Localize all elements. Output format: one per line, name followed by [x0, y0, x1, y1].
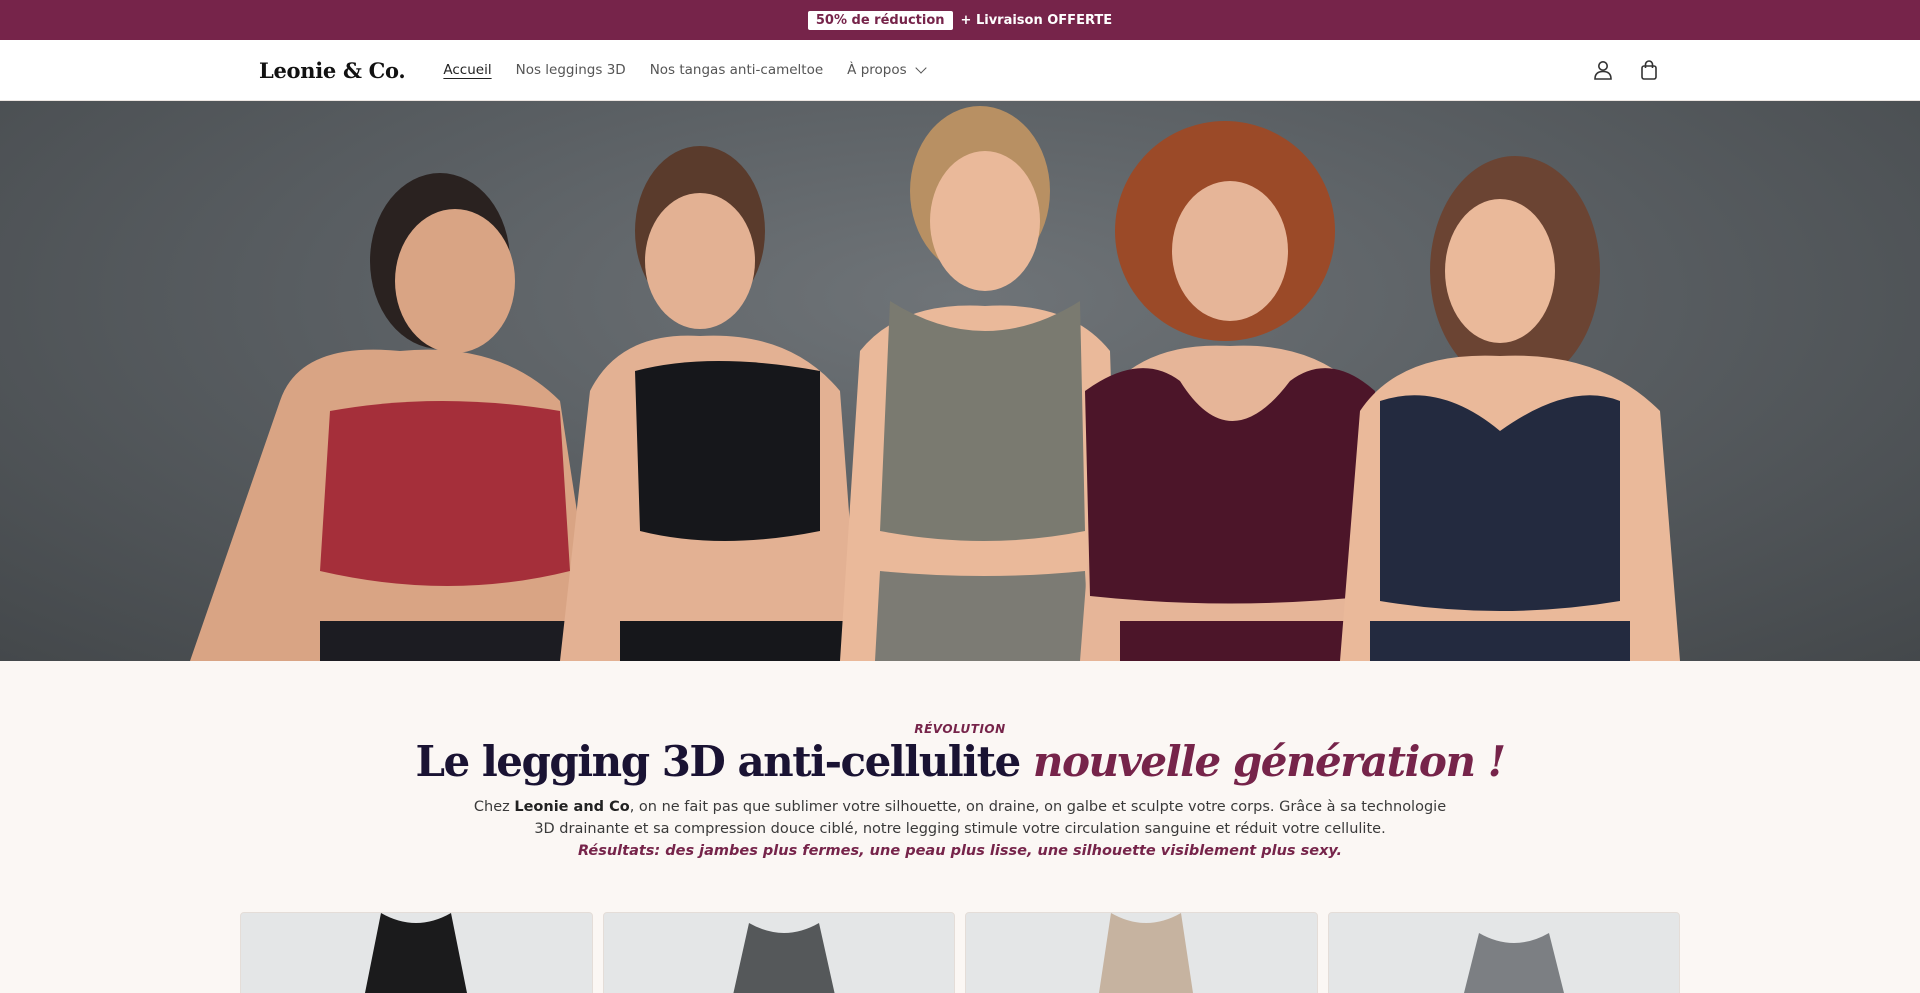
legging-image: [365, 913, 467, 993]
cart-icon[interactable]: [1637, 58, 1661, 82]
site-header: Leonie & Co. Accueil Nos leggings 3D Nos…: [0, 40, 1920, 101]
product-card[interactable]: [1327, 912, 1680, 993]
hero-image: [0, 101, 1920, 661]
legging-image: [732, 923, 835, 993]
shipping-text: + Livraison OFFERTE: [960, 12, 1113, 28]
eyebrow-label: RÉVOLUTION: [914, 722, 1006, 736]
nav-item-a-propos[interactable]: À propos: [847, 62, 927, 78]
discount-badge: 50% de réduction: [807, 10, 953, 30]
legging-image: [1099, 913, 1193, 993]
product-card[interactable]: [602, 912, 955, 993]
figure-1: [190, 173, 600, 661]
headline-accent: nouvelle génération !: [1032, 737, 1506, 786]
desc-prefix: Chez: [473, 799, 515, 816]
main-nav: Accueil Nos leggings 3D Nos tangas anti-…: [443, 62, 927, 78]
product-card[interactable]: [965, 912, 1318, 993]
legging-image: [1463, 933, 1564, 993]
site-logo[interactable]: Leonie & Co.: [259, 58, 406, 83]
figure-4: [1080, 121, 1390, 661]
nav-item-leggings[interactable]: Nos leggings 3D: [516, 62, 626, 78]
account-icon[interactable]: [1591, 58, 1615, 82]
figure-5: [1340, 156, 1680, 661]
headline-main: Le legging 3D anti-cellulite: [415, 737, 1021, 786]
product-card[interactable]: [240, 912, 593, 993]
desc-body: , on ne fait pas que sublimer votre silh…: [534, 799, 1447, 838]
product-grid: [240, 912, 1680, 993]
page-headline: Le legging 3D anti-cellulite nouvelle gé…: [0, 737, 1920, 786]
announcement-bar: 50% de réduction + Livraison OFFERTE: [0, 0, 1920, 40]
nav-item-accueil[interactable]: Accueil: [443, 62, 491, 78]
figure-3: [840, 106, 1120, 661]
nav-item-tangas[interactable]: Nos tangas anti-cameltoe: [650, 62, 823, 78]
figure-2: [560, 146, 860, 661]
intro-description: Chez Leonie and Co, on ne fait pas que s…: [470, 796, 1450, 862]
chevron-down-icon: [914, 62, 927, 74]
desc-brand: Leonie and Co: [514, 799, 630, 816]
nav-item-a-propos-label: À propos: [847, 62, 907, 78]
results-text: Résultats: des jambes plus fermes, une p…: [577, 843, 1343, 860]
intro-section: RÉVOLUTION Le legging 3D anti-cellulite …: [0, 722, 1920, 862]
